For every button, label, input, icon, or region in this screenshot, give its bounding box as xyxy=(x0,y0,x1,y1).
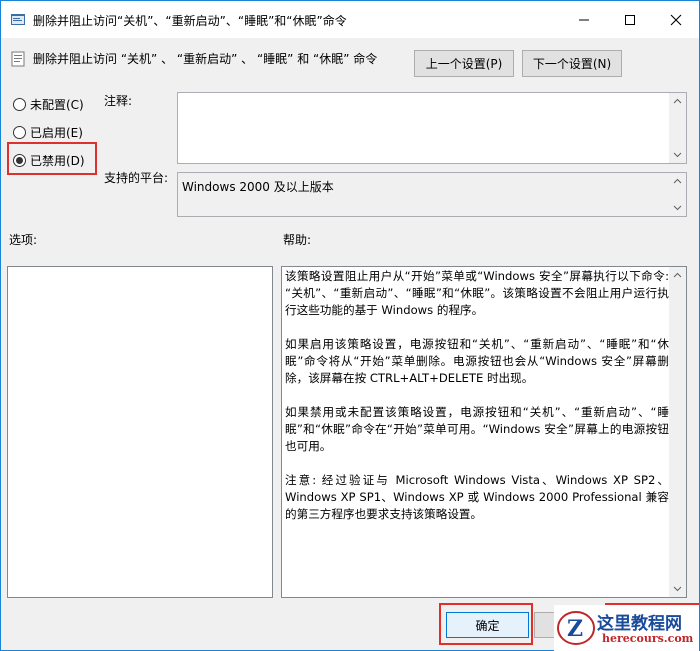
help-paragraph: 该策略设置阻止用户从“开始”菜单或“Windows 安全”屏幕执行以下命令: “… xyxy=(285,269,669,317)
comment-textarea[interactable] xyxy=(177,92,687,164)
window-title: 删除并阻止访问“关机”、“重新启动”、“睡眠”和“休眠”命令 xyxy=(33,14,347,28)
help-paragraph: 如果启用该策略设置，电源按钮和“关机”、“重新启动”、“睡眠”和“休眠”命令将从… xyxy=(285,337,669,385)
options-label: 选项: xyxy=(9,233,38,247)
platform-scrollbar[interactable] xyxy=(669,173,686,216)
help-text: 该策略设置阻止用户从“开始”菜单或“Windows 安全”屏幕执行以下命令: “… xyxy=(285,268,683,523)
radio-enabled[interactable]: 已启用(E) xyxy=(13,124,83,141)
scroll-up-icon xyxy=(673,178,682,184)
radio-not-configured[interactable]: 未配置(C) xyxy=(13,96,84,113)
help-panel: 该策略设置阻止用户从“开始”菜单或“Windows 安全”屏幕执行以下命令: “… xyxy=(281,266,687,598)
close-button[interactable] xyxy=(653,1,699,38)
policy-icon xyxy=(10,12,26,27)
scroll-up-icon xyxy=(673,98,682,104)
platform-value: Windows 2000 及以上版本 xyxy=(182,180,334,194)
minimize-button[interactable] xyxy=(561,1,607,38)
next-setting-button[interactable]: 下一个设置(N) xyxy=(522,50,622,77)
watermark-logo-icon: Z xyxy=(557,611,595,645)
highlight-box-disabled xyxy=(7,142,97,175)
radio-dot[interactable] xyxy=(13,126,26,139)
platform-label: 支持的平台: xyxy=(104,171,169,185)
setting-icon xyxy=(10,51,26,67)
comment-label: 注释: xyxy=(104,94,133,108)
watermark-title: 这里教程网 xyxy=(597,614,682,634)
help-label: 帮助: xyxy=(283,233,312,247)
setting-title: 删除并阻止访问 “关机” 、 “重新启动” 、 “睡眠” 和 “休眠” 命令 xyxy=(33,52,378,66)
scroll-up-icon xyxy=(673,272,682,278)
scroll-down-icon xyxy=(673,586,682,592)
options-panel xyxy=(7,266,273,598)
watermark: Z 这里教程网 herecours.com xyxy=(554,605,699,651)
platform-field: Windows 2000 及以上版本 xyxy=(177,172,687,217)
policy-dialog-window: 删除并阻止访问“关机”、“重新启动”、“睡眠”和“休眠”命令 删除并阻止访问 “… xyxy=(0,0,700,651)
radio-label: 已启用(E) xyxy=(30,126,83,140)
comment-scrollbar[interactable] xyxy=(669,93,686,163)
radio-dot[interactable] xyxy=(13,98,26,111)
radio-label: 未配置(C) xyxy=(30,98,84,112)
previous-setting-button[interactable]: 上一个设置(P) xyxy=(414,50,514,77)
scroll-down-icon xyxy=(673,205,682,211)
maximize-button[interactable] xyxy=(607,1,653,38)
watermark-url: herecours.com xyxy=(602,632,694,645)
help-paragraph: 注意: 经过验证与 Microsoft Windows Vista、Window… xyxy=(285,473,669,521)
svg-text:Z: Z xyxy=(567,616,583,642)
scroll-down-icon xyxy=(673,152,682,158)
help-paragraph: 如果禁用或未配置该策略设置，电源按钮和“关机”、“重新启动”、“睡眠”和“休眠”… xyxy=(285,405,669,453)
highlight-box-ok xyxy=(439,603,533,645)
help-scrollbar[interactable] xyxy=(669,267,686,597)
title-bar[interactable]: 删除并阻止访问“关机”、“重新启动”、“睡眠”和“休眠”命令 xyxy=(1,1,699,38)
